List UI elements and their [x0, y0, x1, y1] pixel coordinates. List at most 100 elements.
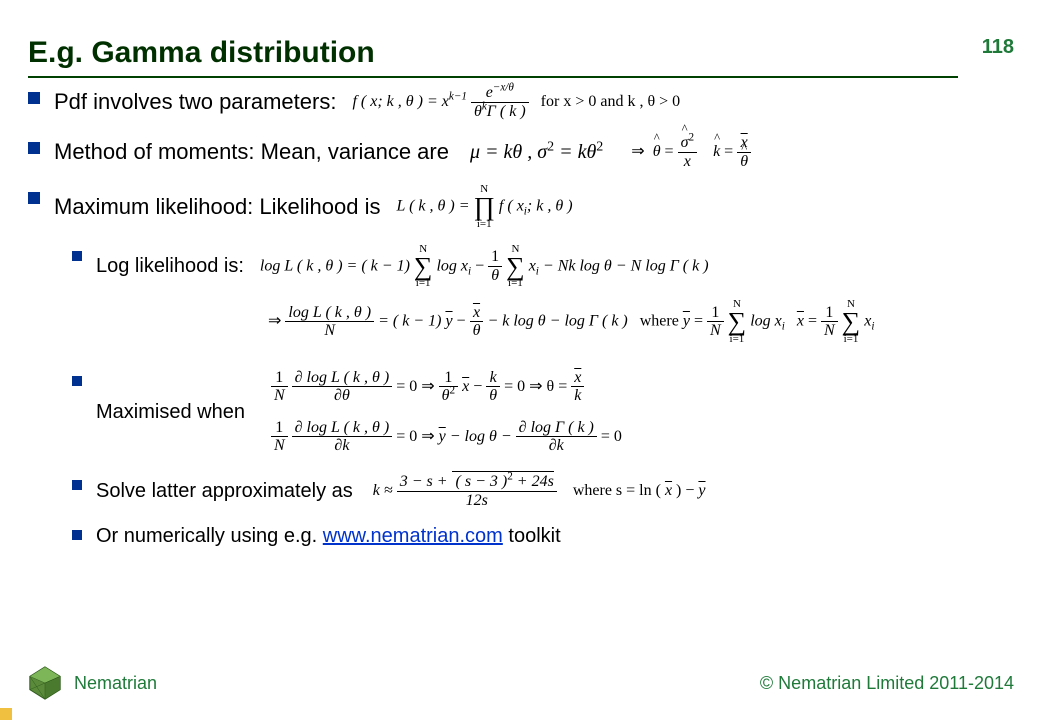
bullet-icon: [72, 530, 82, 540]
f-minus3: −: [473, 377, 486, 394]
f-dlk: ∂ log L ( k , θ ): [295, 419, 390, 436]
sub-num-pre: Or numerically using e.g.: [96, 525, 323, 547]
f-1: 1: [488, 248, 502, 267]
bullet-icon: [72, 480, 82, 490]
footer-left: Nematrian: [26, 664, 157, 702]
bullet-icon: [28, 142, 40, 154]
f-ll1e: − Nk log θ − N log Γ ( k ): [543, 257, 709, 274]
f-1b: 1: [707, 304, 724, 323]
f-N6: N: [824, 322, 835, 339]
frac-approx: 3 − s + ( s − 3 )2 + 24s 12s: [397, 473, 557, 509]
f-e: e: [486, 84, 493, 101]
f-sum3: ∑: [728, 310, 747, 333]
sub-approx: Solve latter approximately as k ≈ 3 − s …: [72, 473, 1012, 509]
f-prod: ∏: [474, 195, 495, 218]
f-ll2eq: = ( k − 1): [378, 313, 445, 330]
f-ybar2: y: [683, 313, 690, 330]
footer: Nematrian © Nematrian Limited 2011-2014: [26, 664, 1014, 702]
f-ybar4: y: [698, 482, 705, 499]
formula-ll2-row: ⇒ log L ( k , θ ) N = ( k − 1) y − x θ −…: [28, 299, 1012, 344]
f-xi: x: [529, 257, 536, 274]
f-th3: θ: [473, 322, 481, 339]
content: Pdf involves two parameters: f ( x; k , …: [28, 84, 1012, 563]
bullet-moments-label: Method of moments: Mean, variance are: [54, 138, 449, 167]
f-arrow2: ⇒: [268, 313, 285, 330]
bullet-moments: Method of moments: Mean, variance are μ …: [28, 134, 1012, 170]
f-dlgam: ∂ log Γ ( k ): [519, 419, 594, 436]
f-pdf-exp: k−1: [449, 90, 467, 102]
f-ll2end: − k log θ − log Γ ( k ): [487, 313, 627, 330]
corner-mark-icon: [0, 708, 12, 720]
f-where: where: [640, 313, 683, 330]
sum-op2: N ∑ i=1: [506, 244, 525, 289]
f-dk2: ∂k: [549, 437, 564, 454]
f-pdf-lhs: f ( x; k , θ ) = x: [352, 93, 448, 110]
f-N9: N: [274, 437, 285, 454]
sum-op3: N ∑ i=1: [728, 299, 747, 344]
footer-copyright: © Nematrian Limited 2011-2014: [760, 673, 1014, 694]
f-logx2: log x: [750, 313, 782, 330]
bullet-likelihood: Maximum likelihood: Likelihood is L ( k …: [28, 184, 1012, 229]
f-xbar7: x: [665, 482, 672, 499]
f-1e: 1: [439, 369, 458, 388]
f-minus2: −: [457, 313, 470, 330]
sub-max-label: Maximised when: [96, 399, 245, 425]
frac-1N2: 1 N: [821, 304, 838, 340]
f-logx: log x: [436, 257, 468, 274]
f-kapprox: k ≈: [373, 482, 397, 499]
f-24s: + 24s: [513, 473, 554, 490]
f-mom2: = kθ: [554, 141, 596, 163]
sub-approx-text: Solve latter approximately as k ≈ 3 − s …: [96, 473, 706, 509]
f-xbar4: x: [797, 313, 804, 330]
f-arrow: ⇒: [631, 143, 644, 160]
max-eqs: 1N ∂ log L ( k , θ )∂θ = 0 ⇒ 1θ2 x − kθ …: [261, 369, 622, 455]
f-sig-hat: σ: [681, 134, 689, 151]
slide: E.g. Gamma distribution 118 Pdf involves…: [0, 0, 1040, 720]
f-3ms: 3 − s +: [400, 473, 452, 490]
f-eq3: =: [804, 313, 821, 330]
f-mom: μ = kθ , σ: [470, 141, 547, 163]
sub-num-text: Or numerically using e.g. www.nematrian.…: [96, 523, 561, 549]
f-k: k: [490, 369, 497, 386]
nematrian-link[interactable]: www.nematrian.com: [323, 525, 503, 547]
f-where2: where s = ln (: [573, 482, 665, 499]
f-N8: N: [274, 387, 285, 404]
f-eq0c: = 0 ⇒: [396, 428, 438, 445]
f-xbar5: x: [462, 377, 469, 394]
f-minus4: ) −: [672, 482, 698, 499]
f-th: θ: [474, 103, 482, 120]
formula-likelihood: L ( k , θ ) = N ∏ i=1 f ( xi; k , θ ): [396, 184, 572, 229]
f-isub2: i: [536, 265, 539, 277]
f-lik-lhs: L ( k , θ ) =: [396, 198, 473, 215]
f-isub: i: [468, 265, 471, 277]
sub-maximised: Maximised when 1N ∂ log L ( k , θ )∂θ = …: [72, 369, 1012, 455]
f-ll2n: log L ( k , θ ): [288, 304, 371, 321]
formula-max1: 1N ∂ log L ( k , θ )∂θ = 0 ⇒ 1θ2 x − kθ …: [271, 369, 622, 405]
f-sum: ∑: [414, 255, 433, 278]
f-ybar: y: [445, 313, 452, 330]
formula-max2: 1N ∂ log L ( k , θ )∂k = 0 ⇒ y − log θ −…: [271, 419, 622, 455]
sub-num-post: toolkit: [503, 525, 561, 547]
bullet-likelihood-label: Maximum likelihood: Likelihood is: [54, 193, 380, 222]
formula-moments: μ = kθ , σ2 = kθ2: [465, 139, 603, 165]
f-sum2: ∑: [506, 255, 525, 278]
bullet-icon: [28, 92, 40, 104]
f-isub4: i: [871, 321, 874, 333]
f-minus: −: [475, 257, 488, 274]
f-i1c: i=1: [506, 278, 525, 289]
f-th5: θ: [489, 387, 497, 404]
bullet-icon: [72, 376, 82, 386]
f-i1e: i=1: [842, 334, 861, 345]
bullet-likelihood-text: Maximum likelihood: Likelihood is L ( k …: [54, 184, 573, 229]
sum-op: N ∑ i=1: [414, 244, 433, 289]
formula-approx: k ≈ 3 − s + ( s − 3 )2 + 24s 12s where s…: [369, 473, 706, 509]
frac-mom-th: σ2 x: [678, 134, 697, 170]
f-mom2-sq: 2: [596, 140, 603, 155]
f-i1d: i=1: [728, 334, 747, 345]
f-sq: 2: [450, 385, 456, 397]
prod-op: N ∏ i=1: [474, 184, 495, 229]
f-gamma: Γ ( k ): [487, 103, 526, 120]
f-dlth: ∂ log L ( k , θ ): [295, 369, 390, 386]
f-pdf-cond: for x > 0 and k , θ > 0: [541, 93, 680, 110]
f-th4: θ: [442, 387, 450, 404]
